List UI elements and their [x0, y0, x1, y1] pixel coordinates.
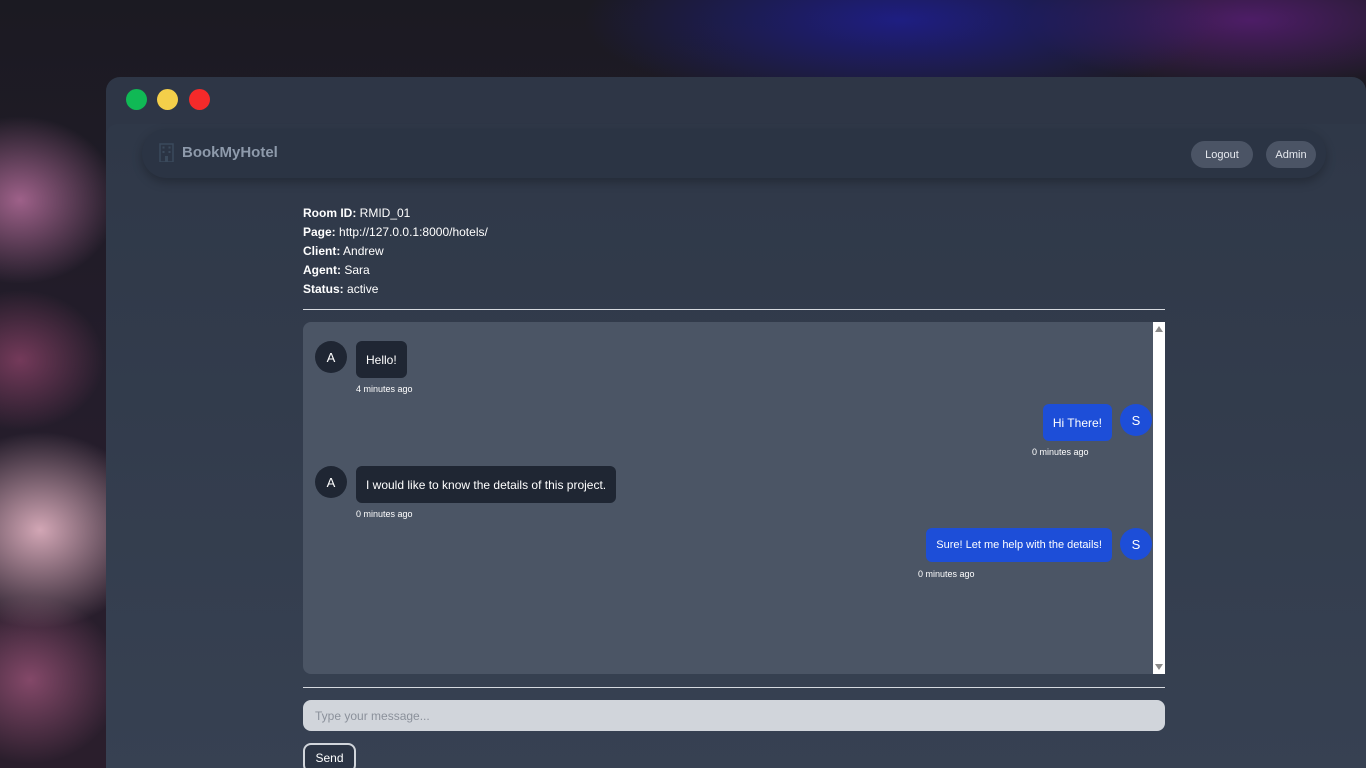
agent-label: Agent: — [303, 263, 341, 277]
client-value: Andrew — [343, 244, 384, 258]
client-label: Client: — [303, 244, 341, 258]
browser-window: BookMyHotel Logout Admin Room ID: RMID_0… — [106, 77, 1366, 768]
hotel-building-icon — [159, 143, 174, 162]
client-line: Client: Andrew — [303, 242, 488, 261]
page-label: Page: — [303, 225, 336, 239]
message-time: 0 minutes ago — [918, 569, 975, 579]
divider — [303, 687, 1165, 688]
divider — [303, 309, 1165, 310]
agent-avatar: S — [1120, 528, 1152, 560]
client-avatar: A — [315, 466, 347, 498]
brand-name: BookMyHotel — [182, 144, 278, 161]
message-bubble: Hi There! — [1042, 404, 1112, 441]
scroll-down-arrow-icon[interactable] — [1155, 664, 1163, 670]
agent-line: Agent: Sara — [303, 261, 488, 280]
window-minimize-button[interactable] — [157, 89, 178, 110]
navbar: BookMyHotel Logout Admin — [142, 129, 1326, 178]
agent-value: Sara — [344, 263, 370, 277]
message-input[interactable] — [303, 700, 1165, 731]
page-content: BookMyHotel Logout Admin Room ID: RMID_0… — [106, 124, 1366, 768]
send-button[interactable]: Send — [303, 743, 356, 768]
room-id-label: Room ID: — [303, 206, 357, 220]
client-avatar: A — [315, 341, 347, 373]
window-titlebar — [106, 77, 1366, 123]
message-bubble: I would like to know the details of this… — [356, 466, 617, 503]
logout-button[interactable]: Logout — [1191, 141, 1253, 168]
message-time: 0 minutes ago — [356, 509, 413, 519]
message-bubble: Sure! Let me help with the details! — [926, 528, 1112, 562]
message-time: 0 minutes ago — [1032, 447, 1089, 457]
window-maximize-button[interactable] — [126, 89, 147, 110]
room-id-line: Room ID: RMID_01 — [303, 204, 488, 223]
status-value: active — [347, 282, 379, 296]
scroll-up-arrow-icon[interactable] — [1155, 326, 1163, 332]
agent-avatar: S — [1120, 404, 1152, 436]
room-id-value: RMID_01 — [359, 206, 411, 220]
room-info: Room ID: RMID_01 Page: http://127.0.0.1:… — [303, 204, 488, 299]
page-line: Page: http://127.0.0.1:8000/hotels/ — [303, 223, 488, 242]
admin-button[interactable]: Admin — [1266, 141, 1316, 168]
message-bubble: Hello! — [356, 341, 407, 378]
status-label: Status: — [303, 282, 344, 296]
brand-link[interactable]: BookMyHotel — [159, 143, 278, 162]
window-close-button[interactable] — [189, 89, 210, 110]
page-value: http://127.0.0.1:8000/hotels/ — [339, 225, 488, 239]
chat-messages[interactable]: A Hello! 4 minutes ago Hi There! S 0 min… — [303, 322, 1165, 674]
status-line: Status: active — [303, 280, 488, 299]
message-time: 4 minutes ago — [356, 384, 413, 394]
chat-scrollbar[interactable] — [1153, 322, 1165, 674]
